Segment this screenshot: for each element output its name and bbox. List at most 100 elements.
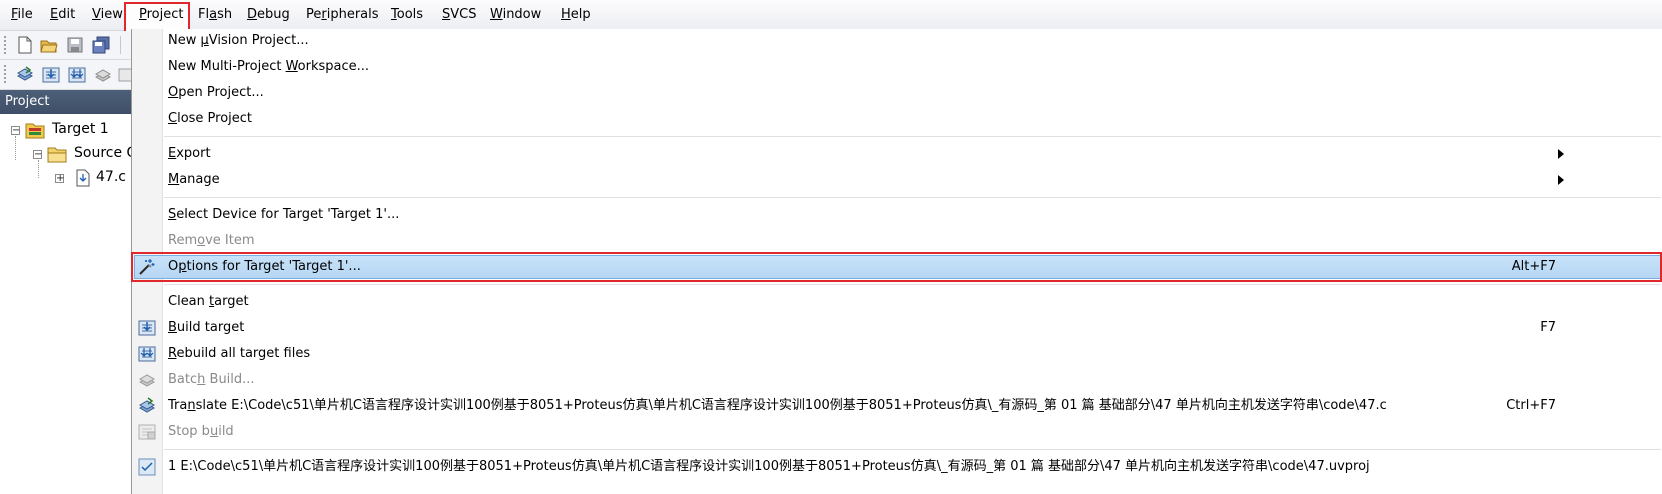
c-file-icon bbox=[76, 169, 90, 187]
submenu-arrow-icon bbox=[1558, 175, 1564, 185]
tree-source-group[interactable]: Source G bbox=[74, 145, 137, 161]
menu-peripherals-pre: Pe bbox=[306, 7, 322, 22]
stop-build-icon bbox=[138, 424, 156, 440]
menu-item-label: New Multi-Project Workspace... bbox=[168, 59, 370, 74]
menu-file[interactable]: File bbox=[11, 6, 33, 24]
tree-target[interactable]: Target 1 bbox=[52, 121, 109, 137]
menu-item-open-project[interactable]: Open Project... bbox=[132, 80, 1662, 106]
menu-help[interactable]: Help bbox=[561, 6, 591, 24]
menu-item-label: Translate E:\Code\c51\单片机C语言程序设计实训100例基于… bbox=[168, 398, 1387, 413]
menu-item-recent-project[interactable]: 1 E:\Code\c51\单片机C语言程序设计实训100例基于8051+Pro… bbox=[132, 454, 1662, 480]
menu-peripherals[interactable]: Peripherals bbox=[306, 6, 379, 24]
menu-item-new-multi-project-workspace[interactable]: New Multi-Project Workspace... bbox=[132, 54, 1662, 80]
menu-bar: File Edit View Project Flash Debug Perip… bbox=[0, 0, 1662, 34]
menu-project-key: P bbox=[139, 7, 147, 22]
group-collapse-icon[interactable]: − bbox=[33, 150, 42, 160]
menu-file-label: ile bbox=[17, 7, 33, 22]
menu-edit[interactable]: Edit bbox=[50, 6, 75, 24]
menu-item-stop-build: Stop build bbox=[132, 419, 1662, 445]
project-pane-title: Project bbox=[5, 94, 50, 109]
menu-separator bbox=[164, 284, 1661, 285]
menu-item-label: Manage bbox=[168, 172, 220, 187]
menu-window-key: W bbox=[490, 7, 503, 22]
project-pane-header: Project bbox=[0, 90, 132, 114]
menu-edit-label: dit bbox=[58, 7, 76, 22]
rebuild-icon[interactable] bbox=[68, 66, 86, 84]
menu-view-key: V bbox=[92, 7, 101, 22]
tree-line bbox=[38, 160, 40, 178]
tree-line bbox=[15, 136, 17, 160]
menu-flash[interactable]: Flash bbox=[198, 6, 232, 24]
menu-separator bbox=[164, 449, 1661, 450]
menu-svcs[interactable]: SVCS bbox=[442, 6, 477, 24]
menu-item-label: Build target bbox=[168, 320, 245, 335]
menu-item-label: Close Project bbox=[168, 111, 253, 126]
menu-view[interactable]: View bbox=[92, 6, 123, 24]
menu-item-label: Export bbox=[168, 146, 211, 161]
rebuild-icon bbox=[138, 346, 156, 362]
menu-project-label: roject bbox=[146, 7, 184, 22]
toolbar-grip[interactable] bbox=[4, 36, 9, 54]
menu-help-key: H bbox=[561, 7, 571, 22]
save-all-icon[interactable] bbox=[92, 36, 110, 54]
tree-file[interactable]: 47.c bbox=[96, 169, 126, 185]
translate-icon bbox=[138, 397, 156, 413]
menu-item-label: New µVision Project... bbox=[168, 33, 309, 48]
build-toolbar bbox=[0, 60, 134, 90]
file-expand-icon[interactable]: + bbox=[55, 174, 64, 184]
menu-flash-label: sh bbox=[217, 7, 233, 22]
build-icon bbox=[138, 320, 156, 336]
menu-item-translate[interactable]: Translate E:\Code\c51\单片机C语言程序设计实训100例基于… bbox=[132, 393, 1662, 419]
target-folder-icon bbox=[25, 123, 45, 139]
menu-item-label: Open Project... bbox=[168, 85, 264, 100]
open-folder-icon[interactable] bbox=[40, 36, 58, 54]
group-folder-icon bbox=[47, 147, 67, 163]
menu-flash-pre: Fl bbox=[198, 7, 210, 22]
recent-project-check-icon bbox=[138, 458, 156, 476]
build-icon[interactable] bbox=[42, 66, 60, 84]
menu-item-new-uvision-project[interactable]: New µVision Project... bbox=[132, 28, 1662, 54]
menu-help-label: elp bbox=[570, 7, 591, 22]
translate-icon[interactable] bbox=[16, 66, 34, 84]
menu-debug[interactable]: Debug bbox=[247, 6, 290, 24]
menu-flash-key: a bbox=[209, 7, 218, 22]
menu-item-clean-target[interactable]: Clean target bbox=[132, 289, 1662, 315]
menu-window-label: indow bbox=[502, 7, 542, 22]
menu-item-build-target[interactable]: Build target F7 bbox=[132, 315, 1662, 341]
menu-view-label: iew bbox=[100, 7, 123, 22]
menu-item-shortcut: Ctrl+F7 bbox=[1506, 398, 1556, 413]
batch-build-icon[interactable] bbox=[94, 66, 112, 84]
menu-item-label: Stop build bbox=[168, 424, 234, 439]
menu-peripherals-label: ipherals bbox=[326, 7, 379, 22]
project-dropdown-menu: New µVision Project... New Multi-Project… bbox=[131, 29, 1662, 494]
menu-item-label: Clean target bbox=[168, 294, 249, 309]
menu-item-label: Batch Build... bbox=[168, 372, 255, 387]
menu-item-remove-item: Remove Item bbox=[132, 228, 1662, 254]
menu-svcs-label: VCS bbox=[450, 7, 477, 22]
menu-edit-key: E bbox=[50, 7, 59, 22]
options-red-highlight-box bbox=[131, 252, 1662, 282]
menu-item-close-project[interactable]: Close Project bbox=[132, 106, 1662, 132]
menu-item-label: Rebuild all target files bbox=[168, 346, 311, 361]
toolbar-grip[interactable] bbox=[4, 65, 9, 83]
menu-item-label: 1 E:\Code\c51\单片机C语言程序设计实训100例基于8051+Pro… bbox=[168, 459, 1370, 474]
menu-tools[interactable]: Tools bbox=[391, 6, 423, 24]
target-collapse-icon[interactable]: − bbox=[11, 126, 20, 136]
menu-item-manage[interactable]: Manage bbox=[132, 167, 1662, 193]
project-pane: − Target 1 − Source G + 47.c bbox=[0, 114, 137, 494]
menu-separator bbox=[164, 136, 1661, 137]
menu-project[interactable]: Project bbox=[139, 6, 184, 24]
menu-separator bbox=[164, 197, 1661, 198]
menu-window[interactable]: Window bbox=[490, 6, 541, 24]
menu-item-rebuild-all[interactable]: Rebuild all target files bbox=[132, 341, 1662, 367]
menu-item-label: Remove Item bbox=[168, 233, 255, 248]
menu-item-export[interactable]: Export bbox=[132, 141, 1662, 167]
menu-tools-label: ools bbox=[396, 7, 424, 22]
menu-debug-key: D bbox=[247, 7, 258, 22]
save-icon[interactable] bbox=[66, 36, 84, 54]
submenu-arrow-icon bbox=[1558, 149, 1564, 159]
menu-item-batch-build: Batch Build... bbox=[132, 367, 1662, 393]
menu-item-select-device[interactable]: Select Device for Target 'Target 1'... bbox=[132, 202, 1662, 228]
new-file-icon[interactable] bbox=[16, 36, 34, 54]
batch-build-icon bbox=[138, 374, 156, 387]
